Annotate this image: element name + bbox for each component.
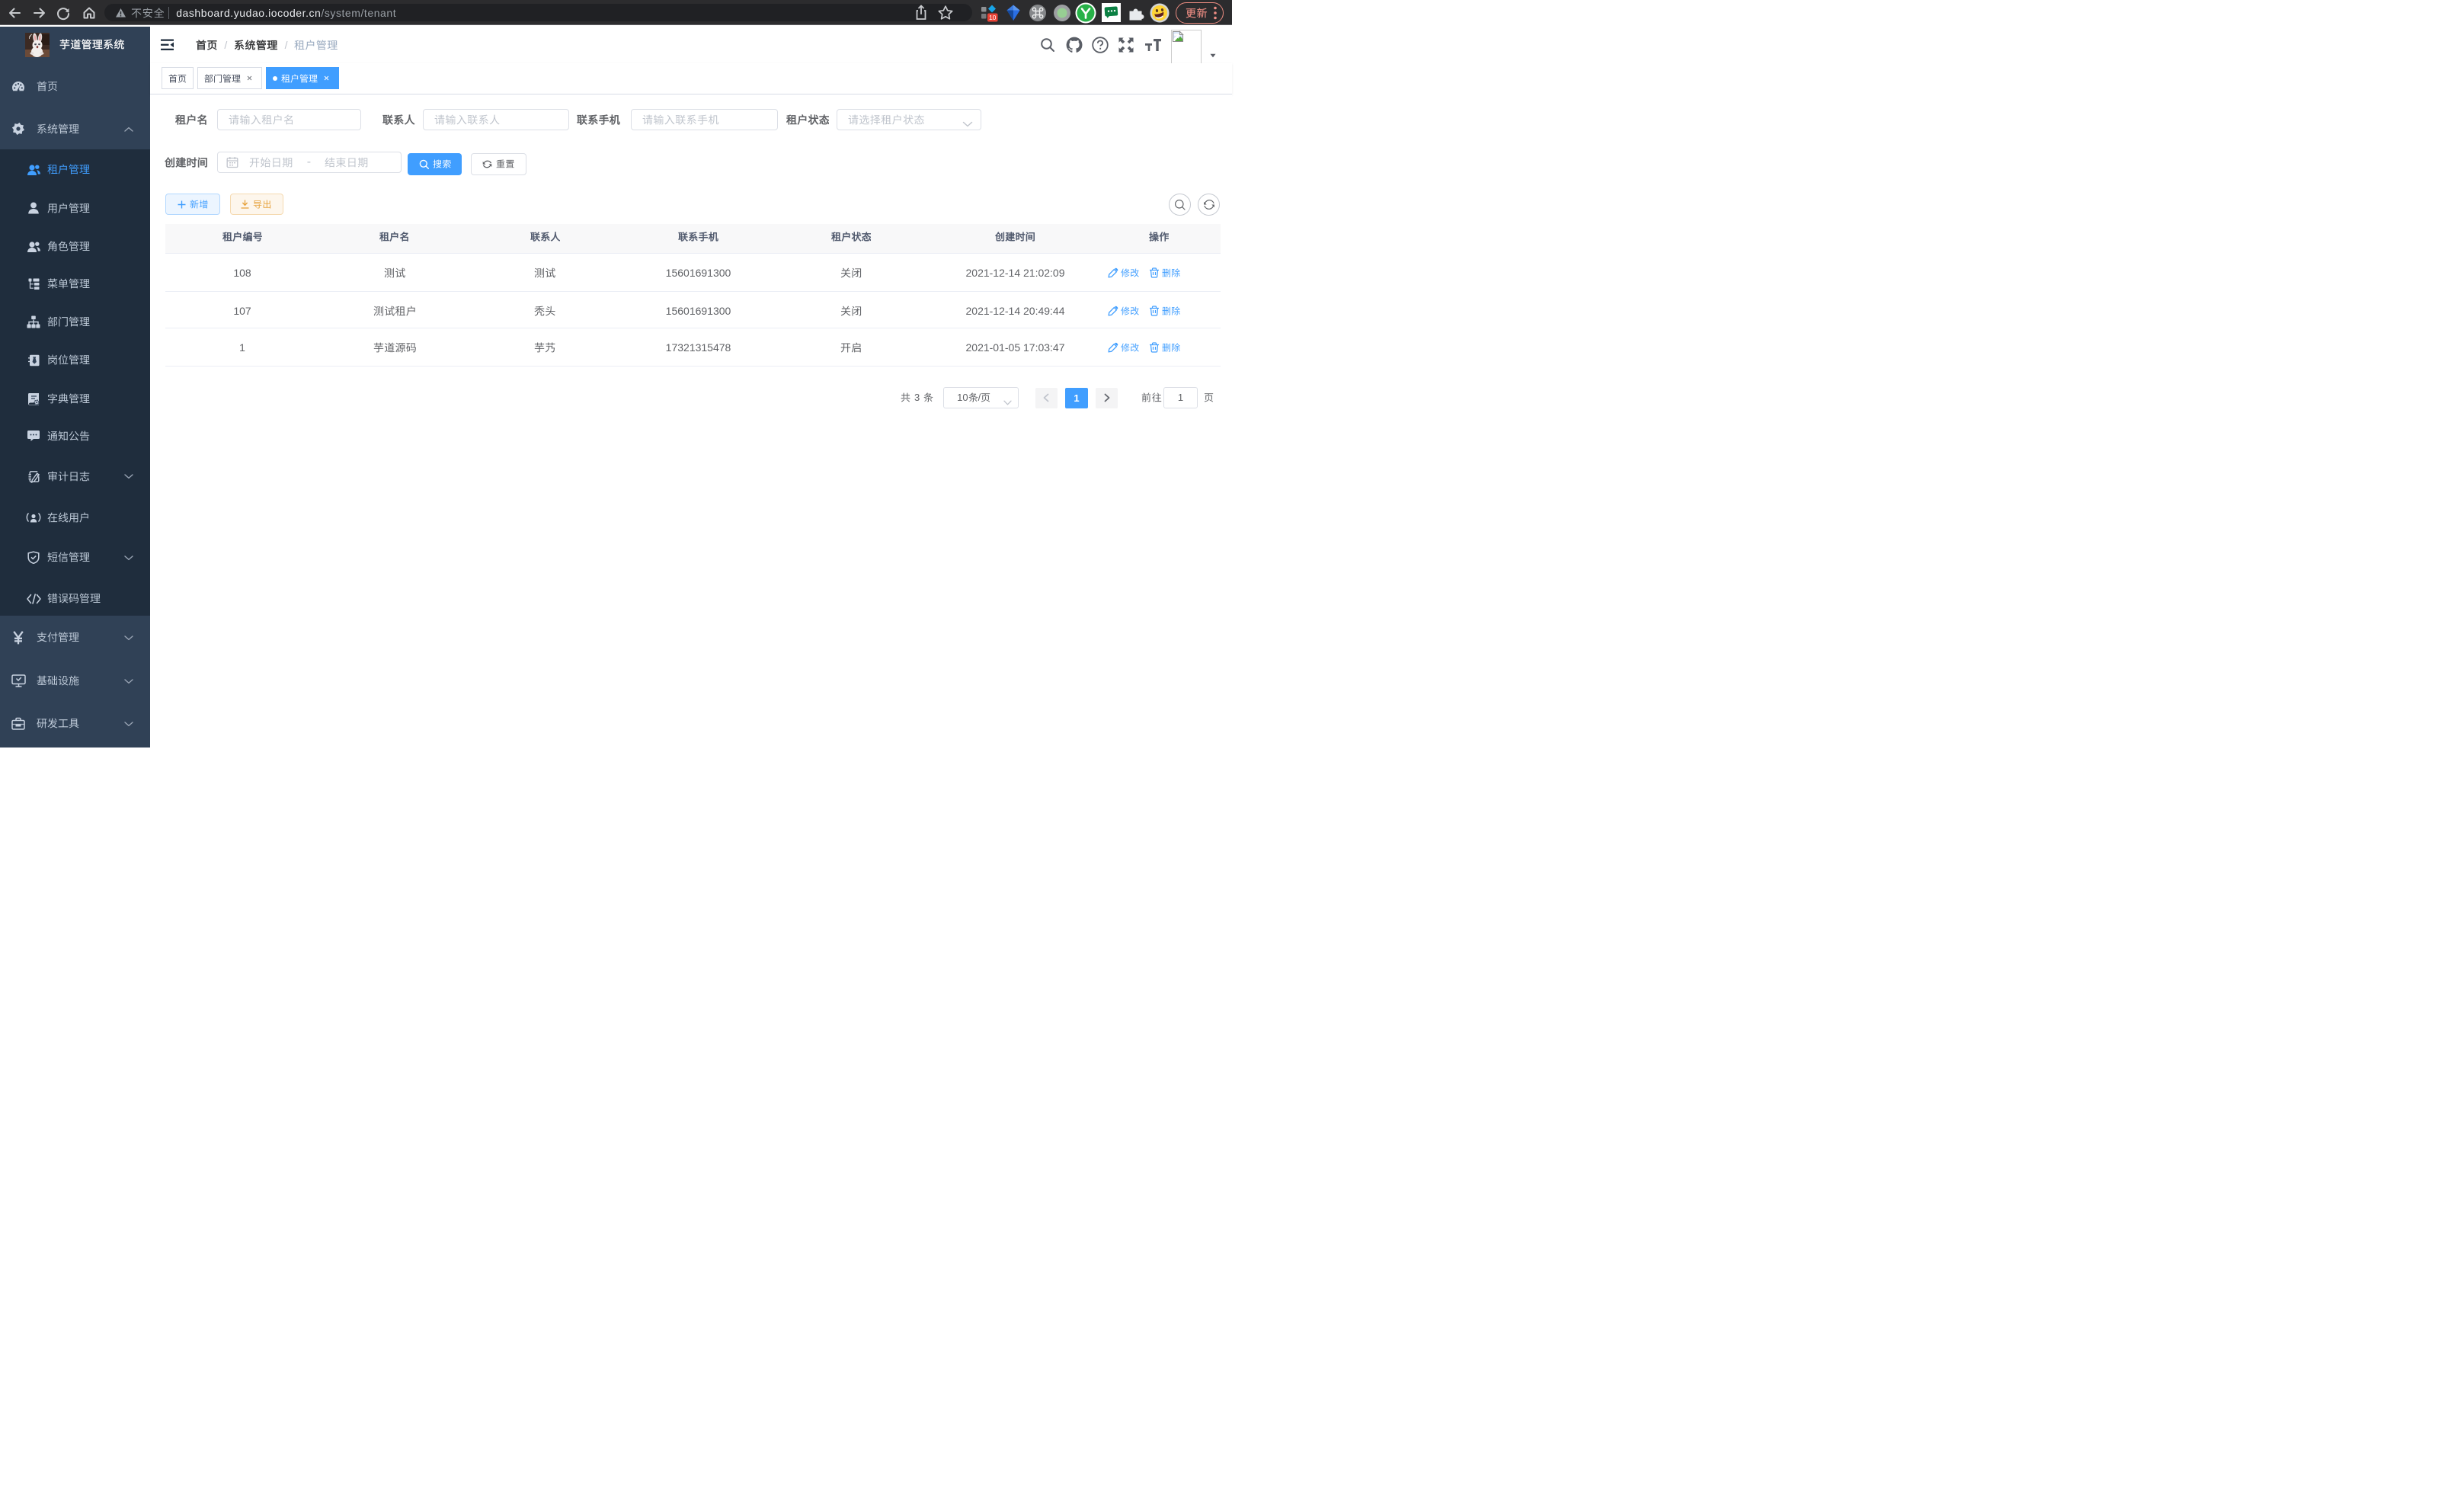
svg-text:10: 10 — [989, 14, 997, 21]
